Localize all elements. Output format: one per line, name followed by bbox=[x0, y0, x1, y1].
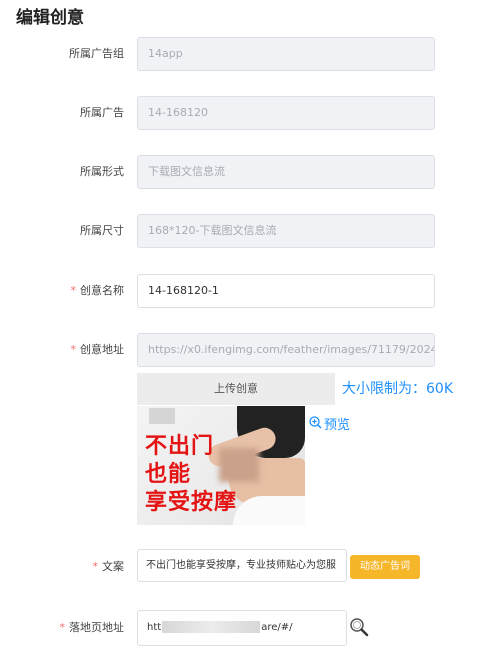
required-mark: * bbox=[59, 621, 66, 634]
format-label: 所属形式 bbox=[80, 165, 124, 178]
preview-label: 预览 bbox=[324, 418, 351, 433]
required-mark: * bbox=[70, 284, 77, 297]
page-title: 编辑创意 bbox=[16, 8, 84, 28]
required-mark: * bbox=[70, 343, 77, 356]
format-field: 下载图文信息流 bbox=[137, 155, 435, 189]
creative-url-field: https://x0.ifengimg.com/feather/images/7… bbox=[137, 333, 435, 367]
landing-url-suffix: are/#/ bbox=[261, 622, 293, 633]
landing-url-input[interactable]: htt are/#/ bbox=[137, 610, 347, 646]
creative-url-label: * 创意地址 bbox=[70, 343, 125, 356]
copy-label: * 文案 bbox=[92, 560, 125, 573]
zoom-in-icon bbox=[309, 416, 322, 433]
ad-group-field: 14app bbox=[137, 37, 435, 71]
dynamic-ad-words-button[interactable]: 动态广告词 bbox=[350, 555, 420, 579]
ad-group-label: 所属广告组 bbox=[69, 47, 124, 60]
size-label: 所属尺寸 bbox=[80, 224, 124, 237]
blurred-face bbox=[219, 448, 259, 482]
blurred-logo bbox=[149, 408, 175, 424]
slogan-line-3: 享受按摩 bbox=[145, 490, 238, 515]
upload-creative-button[interactable]: 上传创意 bbox=[137, 373, 335, 405]
creative-name-label: * 创意名称 bbox=[70, 284, 125, 297]
ad-field: 14-168120 bbox=[137, 96, 435, 130]
ad-label: 所属广告 bbox=[80, 106, 124, 119]
copy-input[interactable]: 不出门也能享受按摩，专业技师贴心为您服 bbox=[137, 549, 347, 582]
search-zoom-icon[interactable] bbox=[349, 617, 369, 637]
size-field: 168*120-下载图文信息流 bbox=[137, 214, 435, 248]
landing-url-label: * 落地页地址 bbox=[59, 621, 125, 634]
blurred-url-segment bbox=[162, 621, 261, 633]
landing-url-prefix: htt bbox=[147, 622, 162, 633]
creative-preview-image: 不出门 也能 享受按摩 bbox=[137, 406, 305, 525]
creative-name-input[interactable]: 14-168120-1 bbox=[137, 274, 435, 308]
size-limit-text: 大小限制为：60K bbox=[342, 381, 453, 397]
required-mark: * bbox=[92, 560, 99, 573]
preview-link[interactable]: 预览 bbox=[309, 414, 350, 433]
